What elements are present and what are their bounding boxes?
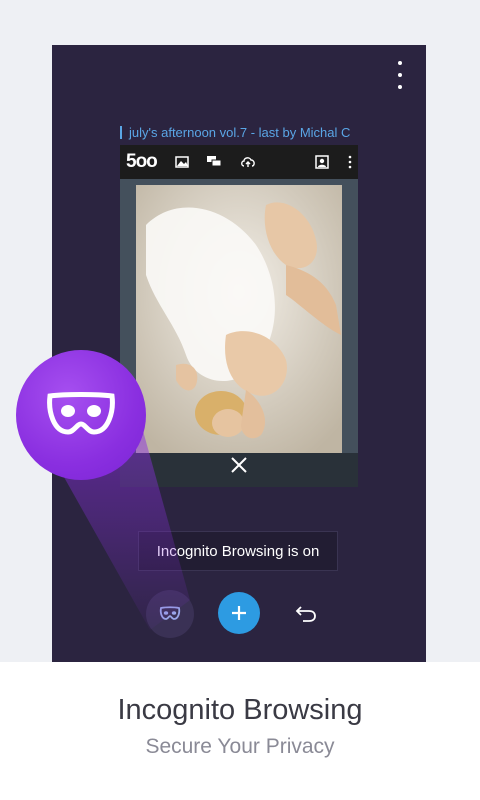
image-icon: [175, 156, 189, 168]
incognito-button[interactable]: [146, 590, 194, 638]
new-tab-button[interactable]: [218, 592, 260, 634]
photo-illustration: [136, 185, 342, 453]
comments-icon: [207, 156, 222, 167]
footer-title: Incognito Browsing: [117, 694, 363, 726]
incognito-mask-icon: [47, 392, 115, 435]
profile-icon: [315, 155, 329, 169]
tab-card[interactable]: 5oo: [120, 145, 358, 487]
tab-title[interactable]: july's afternoon vol.7 - last by Michal …: [120, 123, 356, 141]
site-logo: 5oo: [126, 151, 158, 172]
close-icon[interactable]: [227, 453, 251, 477]
more-icon: [348, 155, 352, 169]
page-content: [120, 179, 358, 487]
more-vertical-icon[interactable]: [392, 61, 408, 89]
plus-icon: [232, 606, 246, 620]
tab-title-text: july's afternoon vol.7 - last by Michal …: [129, 124, 351, 140]
phone-screen: july's afternoon vol.7 - last by Michal …: [52, 45, 426, 662]
site-toolbar: 5oo: [120, 145, 358, 179]
footer-panel: [0, 662, 480, 800]
incognito-toast: Incognito Browsing is on: [138, 531, 338, 571]
undo-icon[interactable]: [294, 601, 318, 625]
tab-indicator: [120, 125, 122, 139]
footer-subtitle: Secure Your Privacy: [145, 735, 335, 758]
upload-icon: [241, 157, 255, 167]
photo-image: [136, 185, 342, 453]
incognito-mask-icon: [159, 606, 181, 620]
incognito-badge: [16, 350, 146, 480]
